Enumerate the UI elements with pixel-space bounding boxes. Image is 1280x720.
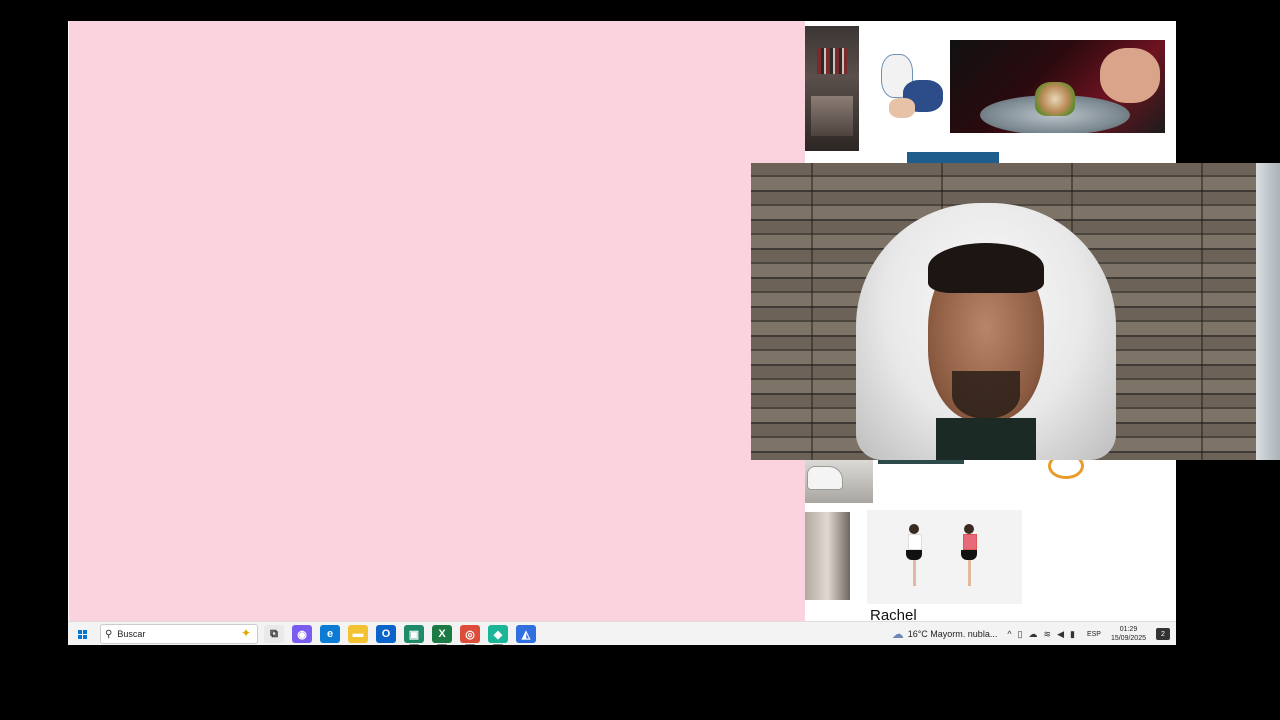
name-caption: Rachel — [870, 607, 917, 621]
person-in-white-hoodie — [856, 203, 1116, 460]
chrome-icon[interactable]: ◎ — [460, 625, 480, 645]
start-button[interactable] — [68, 629, 96, 639]
notification-count: 2 — [1161, 630, 1165, 638]
input-language[interactable]: ESP — [1087, 631, 1101, 638]
file-explorer-icon[interactable]: ▬ — [348, 625, 368, 643]
copilot-icon[interactable]: ◉ — [292, 625, 312, 643]
shop-interior-image[interactable] — [805, 512, 850, 600]
search-placeholder: Buscar — [117, 629, 146, 639]
weather-widget[interactable]: ☁ 16°C Mayorm. nubla... — [892, 627, 998, 641]
microphone-icon[interactable]: ▮ — [1070, 629, 1075, 640]
jiu-jitsu-illustration[interactable] — [869, 36, 949, 136]
clothing-store-image[interactable] — [805, 26, 859, 151]
chevron-up-icon[interactable]: ^ — [1007, 629, 1011, 639]
car-photo[interactable] — [805, 460, 873, 503]
clock[interactable]: 01:29 15/09/2025 — [1111, 625, 1146, 643]
blank-pink-document-pane[interactable] — [69, 21, 806, 621]
windows-taskbar: ⚲ Buscar ✦ ⧉ ◉ e ▬ O ▣ X ◎ ◆ ◭ ☁ 16°C Mayorm. nub… — [68, 621, 1176, 645]
clock-date: 15/09/2025 — [1110, 635, 1146, 642]
search-icon: ⚲ — [105, 628, 113, 640]
task-view-icon[interactable]: ⧉ — [264, 625, 284, 643]
plated-food-image[interactable] — [950, 40, 1165, 133]
wifi-icon[interactable]: ≋ — [1044, 629, 1052, 640]
speaker-icon[interactable]: ◀ — [1057, 629, 1064, 640]
taskbar-search-box[interactable]: ⚲ Buscar ✦ — [100, 624, 258, 644]
photos-icon[interactable]: ▣ — [404, 625, 424, 645]
copilot-sparkle-icon: ✦ — [240, 626, 251, 640]
tray-icons: ^ ▯ ☁ ≋ ◀ ▮ — [1007, 629, 1081, 640]
edge-icon[interactable]: e — [320, 625, 340, 643]
notification-center-button[interactable]: 2 — [1156, 628, 1170, 640]
weather-text: 16°C Mayorm. nubla... — [907, 629, 998, 639]
usb-icon[interactable]: ▯ — [1018, 629, 1023, 640]
cloud-sync-icon[interactable]: ☁ — [1029, 629, 1038, 640]
excel-icon[interactable]: X — [432, 625, 452, 645]
outlook-icon[interactable]: O — [376, 625, 396, 643]
system-tray-area: ☁ 16°C Mayorm. nubla... ^ ▯ ☁ ≋ ◀ ▮ ESP … — [892, 622, 1176, 645]
cloud-icon: ☁ — [891, 627, 904, 641]
clock-time: 01:29 — [1119, 626, 1138, 633]
windows-logo-icon — [77, 629, 87, 639]
pinned-apps: ⧉ ◉ e ▬ O ▣ X ◎ ◆ ◭ — [264, 625, 544, 645]
dancers-image[interactable] — [867, 510, 1022, 604]
teams-chat-icon[interactable]: ◆ — [488, 625, 508, 645]
store-icon[interactable]: ◭ — [516, 625, 536, 643]
webcam-overlay[interactable] — [751, 163, 1280, 460]
